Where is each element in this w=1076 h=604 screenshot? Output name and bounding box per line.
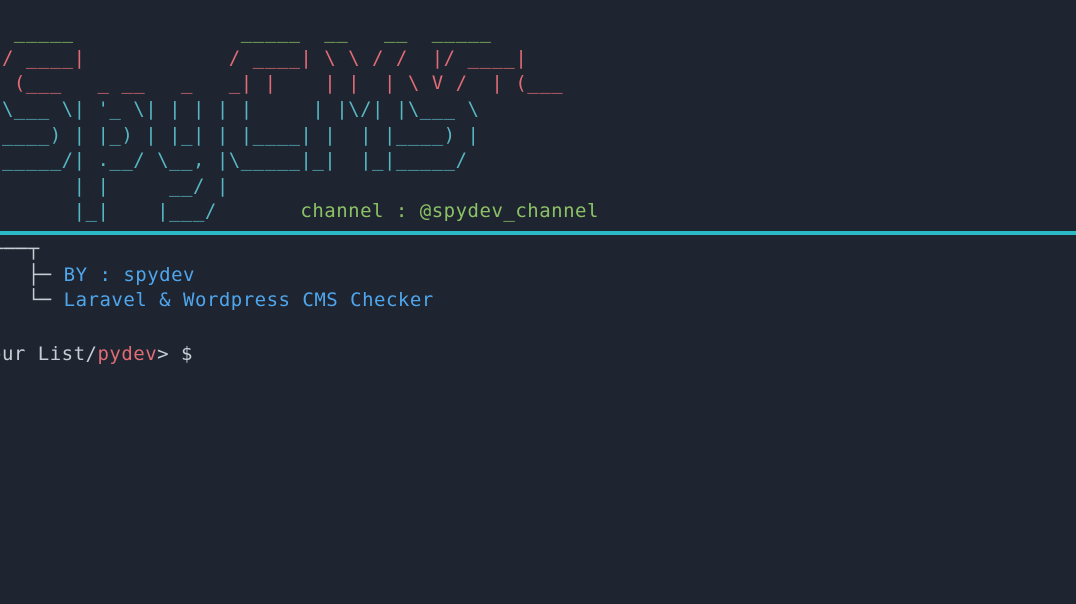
ascii-line-7: | | __/ | — [0, 174, 1076, 200]
tree-top: ┬──┬ — [0, 237, 1076, 263]
divider-line — [0, 231, 1076, 235]
terminal-prompt[interactable]: our List/pydev> $ — [0, 342, 1076, 368]
description-line: └─ Laravel & Wordpress CMS Checker — [0, 288, 1076, 314]
prompt-symbol: > $ — [157, 343, 193, 365]
info-section: ┬──┬ ├─ BY : spydev └─ Laravel & Wordpre… — [0, 237, 1076, 314]
author-line: ├─ BY : spydev — [0, 263, 1076, 289]
ascii-line-6: |_____/| .__/ \__, |\_____|_| |_|_____/ — [0, 148, 1076, 174]
ascii-line-3: | (___ _ __ _ _| | | | | \ V / | (___ — [0, 71, 1076, 97]
prompt-path: our List/ — [0, 343, 97, 365]
prompt-dir: pydev — [97, 343, 157, 365]
ascii-banner: _____ _____ __ __ _____ / ____| / ____| … — [0, 20, 1076, 225]
ascii-line-2: / ____| / ____| \ \ / / |/ ____| — [0, 46, 1076, 72]
ascii-line-8: |_| |___/ channel : @spydev_channel — [0, 199, 1076, 225]
ascii-line-1: _____ _____ __ __ _____ — [0, 20, 1076, 46]
ascii-line-5: ____) | |_) | |_| | |____| | | |____) | — [0, 123, 1076, 149]
ascii-line-4: \___ \| '_ \| | | | | | |\/| |\___ \ — [0, 97, 1076, 123]
